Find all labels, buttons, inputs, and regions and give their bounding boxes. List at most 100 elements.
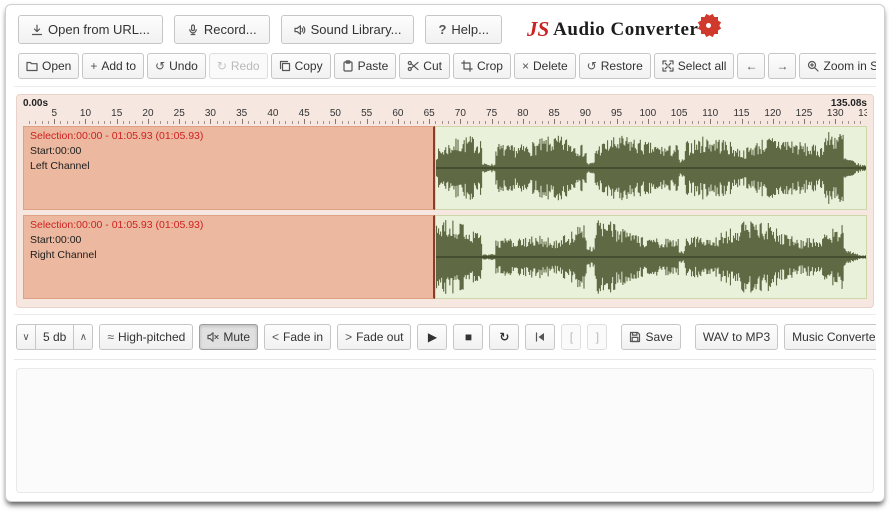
arrow-right-icon: →	[776, 59, 789, 73]
right-channel-waveform[interactable]	[434, 215, 867, 299]
skip-to-start-button[interactable]	[525, 324, 556, 350]
delete-label: Delete	[533, 59, 568, 73]
sound-library-label: Sound Library...	[310, 22, 402, 37]
gain-down-button[interactable]: ∨	[16, 324, 36, 350]
zoom-in-selection-label: Zoom in Selection	[823, 59, 876, 73]
copy-icon	[279, 60, 291, 72]
stop-button[interactable]: ■	[453, 324, 484, 350]
microphone-icon	[187, 23, 199, 36]
tick-label: 95	[611, 108, 623, 119]
tick-label: 25	[173, 108, 185, 119]
left-channel-selection[interactable]: Selection:00:00 - 01:05.93 (01:05.93) St…	[23, 126, 435, 210]
cut-label: Cut	[423, 59, 442, 73]
tick-label: 20	[142, 108, 154, 119]
restore-button[interactable]: ↺ Restore	[578, 53, 651, 79]
loop-start-marker-button[interactable]: [	[561, 324, 582, 350]
gain-up-button[interactable]: ∧	[73, 324, 94, 350]
tick-label: 50	[329, 108, 341, 119]
paste-button[interactable]: Paste	[333, 53, 397, 79]
tick-label: 125	[795, 108, 813, 119]
tick-label: 5	[51, 108, 58, 119]
tick-label: 10	[79, 108, 92, 119]
zoom-in-selection-button[interactable]: Zoom in Selection	[799, 53, 876, 79]
crop-label: Crop	[476, 59, 503, 73]
crop-button[interactable]: Crop	[452, 53, 511, 79]
delete-button[interactable]: × Delete	[513, 53, 576, 79]
top-toolbar: Open from URL... Record... Sound Library…	[14, 11, 876, 51]
selection-start-text: Start:00:00	[30, 145, 82, 157]
loop-end-marker-button[interactable]: ]	[587, 324, 608, 350]
tick-label: 120	[764, 108, 782, 119]
redo-button[interactable]: ↻ Redo	[208, 53, 268, 79]
tick-label: 105	[670, 108, 688, 119]
left-waveform-graphic	[435, 132, 866, 204]
tick-label: 15	[111, 108, 123, 119]
fade-out-button[interactable]: > Fade out	[337, 324, 412, 350]
scroll-right-button[interactable]: →	[768, 53, 797, 79]
tick-label: 110	[702, 108, 719, 119]
select-all-label: Select all	[677, 59, 727, 73]
scroll-left-button[interactable]: ←	[737, 53, 766, 79]
bracket-close-icon: ]	[595, 330, 600, 344]
save-icon	[629, 331, 641, 343]
redo-label: Redo	[230, 59, 260, 73]
high-pitched-button[interactable]: ≈ High-pitched	[99, 324, 194, 350]
app-logo: JS Audio Converter	[521, 13, 729, 43]
open-button[interactable]: Open	[18, 53, 80, 79]
zoom-in-icon	[807, 60, 820, 72]
bracket-open-icon: [	[569, 330, 574, 344]
open-from-url-label: Open from URL...	[48, 22, 150, 37]
fade-out-icon: >	[345, 330, 353, 344]
add-to-button[interactable]: + Add to	[82, 53, 145, 79]
loop-icon: ↻	[499, 330, 510, 344]
open-label: Open	[42, 59, 72, 73]
select-all-button[interactable]: Select all	[653, 53, 735, 79]
loop-button[interactable]: ↻	[489, 324, 520, 350]
tick-label: 80	[517, 108, 529, 119]
wav-to-mp3-button[interactable]: WAV to MP3	[694, 324, 779, 350]
help-button[interactable]: ? Help...	[425, 15, 502, 44]
open-from-url-button[interactable]: Open from URL...	[18, 15, 163, 44]
crop-icon	[461, 60, 473, 72]
play-button[interactable]: ▶	[417, 324, 448, 350]
fade-in-button[interactable]: < Fade in	[264, 324, 332, 350]
timeline-start-label: 0.00s	[23, 98, 49, 109]
save-button[interactable]: Save	[621, 324, 681, 350]
tick-label: 40	[267, 108, 279, 119]
copy-label: Copy	[294, 59, 323, 73]
tick-label: 70	[454, 108, 466, 119]
fade-out-label: Fade out	[356, 330, 404, 344]
stop-icon: ■	[464, 330, 473, 344]
undo-label: Undo	[169, 59, 198, 73]
timeline-ruler[interactable]: 0.00s 135.08s 5 10 15 20 25 30 35 40 45 50 55 60 65 7…	[23, 98, 867, 124]
record-button[interactable]: Record...	[173, 15, 270, 44]
undo-button[interactable]: ↺ Undo	[147, 53, 206, 79]
right-channel[interactable]: Selection:00:00 - 01:05.93 (01:05.93) St…	[23, 215, 867, 299]
restore-icon: ↺	[586, 59, 597, 73]
tick-label: 30	[204, 108, 216, 119]
starburst-icon	[696, 12, 723, 39]
copy-button[interactable]: Copy	[270, 53, 331, 79]
gain-value-button[interactable]: 5 db	[35, 324, 75, 350]
mute-label: Mute	[223, 330, 251, 344]
channel-label: Left Channel	[30, 160, 90, 172]
left-channel[interactable]: Selection:00:00 - 01:05.93 (01:05.93) St…	[23, 126, 867, 210]
gain-value-label: 5 db	[43, 330, 67, 344]
left-channel-waveform[interactable]	[434, 126, 867, 210]
record-label: Record...	[203, 22, 257, 37]
sound-library-button[interactable]: Sound Library...	[280, 15, 415, 44]
expand-arrows-icon	[662, 60, 674, 72]
channel-label: Right Channel	[30, 249, 97, 261]
waveform-panel: 0.00s 135.08s 5 10 15 20 25 30 35 40 45 50 55 60 65 7…	[16, 94, 874, 308]
gain-control-group: ∨ 5 db ∧	[16, 324, 94, 350]
output-panel	[16, 368, 874, 493]
music-converter-button[interactable]: Music Converter	[784, 324, 876, 350]
mute-button[interactable]: Mute	[199, 324, 259, 350]
x-icon: ×	[521, 59, 529, 73]
tick-label: 65	[423, 108, 435, 119]
paste-label: Paste	[357, 59, 389, 73]
right-channel-selection[interactable]: Selection:00:00 - 01:05.93 (01:05.93) St…	[23, 215, 435, 299]
cut-button[interactable]: Cut	[399, 53, 450, 79]
high-pitched-label: High-pitched	[117, 330, 186, 344]
tick-label: 135	[858, 108, 867, 119]
